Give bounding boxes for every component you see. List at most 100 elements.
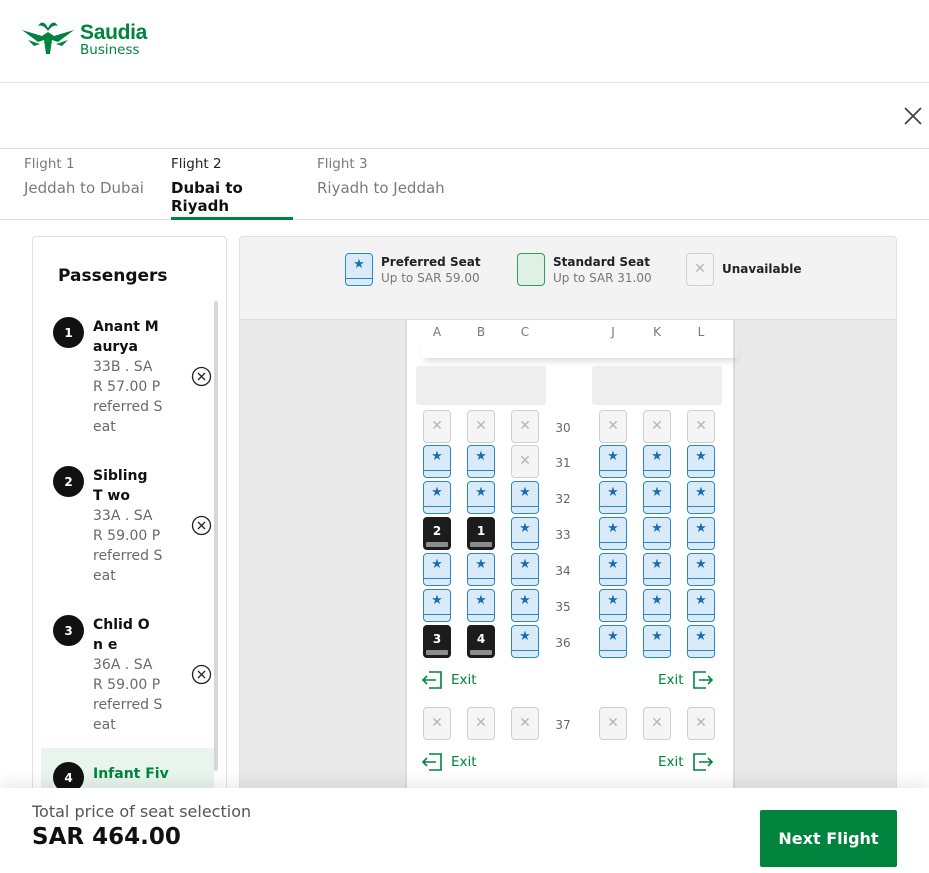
- tab-label: Flight 2: [171, 156, 222, 172]
- seat-preferred[interactable]: ★: [511, 625, 539, 658]
- seat-preferred[interactable]: ★: [643, 481, 671, 514]
- column-header: A: [432, 325, 442, 339]
- seat-preferred[interactable]: ★: [599, 625, 627, 658]
- cabin: A B C J K L 30 ✕ ✕ ✕ ✕ ✕ ✕ 31 ★ ★ ✕ ★ ★ ★ 32 ★ ★ ★ ★ ★ ★ 33 2 1 ★ ★ ★ ★ 34…: [405, 320, 735, 795]
- seat-preferred[interactable]: ★: [511, 481, 539, 514]
- column-header: L: [697, 325, 705, 339]
- passenger-item[interactable]: 3 Chlid On e 36A . SA R 59.00 Preferred …: [41, 615, 214, 745]
- seat-preferred[interactable]: ★: [511, 553, 539, 586]
- tab-flight-2[interactable]: Flight 2 Dubai to Riyadh: [171, 149, 293, 220]
- star-icon: ★: [607, 449, 619, 464]
- seat-preferred[interactable]: ★: [599, 517, 627, 550]
- tab-label: Flight 1: [24, 156, 75, 172]
- passenger-number: 1: [53, 317, 84, 348]
- seat-unavailable: ✕: [511, 445, 539, 478]
- legend-title: Standard Seat: [553, 255, 651, 269]
- seat-preferred[interactable]: ★: [467, 553, 495, 586]
- seat-unavailable: ✕: [643, 707, 671, 740]
- seat-preferred[interactable]: ★: [599, 589, 627, 622]
- seat-selected[interactable]: 2: [423, 517, 451, 550]
- seat-passenger-number: 2: [432, 524, 442, 538]
- star-icon: ★: [607, 485, 619, 500]
- legend-title: Unavailable: [722, 262, 802, 276]
- seat-preferred[interactable]: ★: [643, 625, 671, 658]
- star-icon: ★: [651, 449, 663, 464]
- star-icon: ★: [475, 593, 487, 608]
- remove-seat-icon[interactable]: [191, 664, 212, 685]
- star-icon: ★: [651, 629, 663, 644]
- passenger-name: Infant Fiv: [93, 766, 169, 782]
- tab-flight-1[interactable]: Flight 1 Jeddah to Dubai: [24, 149, 154, 220]
- exit-left: Exit: [421, 670, 477, 690]
- flight-tabs: Flight 1 Jeddah to Dubai Flight 2 Dubai …: [0, 148, 929, 220]
- seat-preferred[interactable]: ★: [687, 481, 715, 514]
- star-icon: ★: [695, 485, 707, 500]
- brand-sub: Business: [80, 42, 140, 58]
- next-flight-button[interactable]: Next Flight: [760, 810, 897, 867]
- legend-price: Up to SAR 31.00: [553, 271, 652, 285]
- passenger-item[interactable]: 1 Anant M aurya 33B . SA R 57.00 Preferr…: [41, 317, 214, 447]
- seat-preferred[interactable]: ★: [467, 481, 495, 514]
- seat-selected[interactable]: 3: [423, 625, 451, 658]
- seat-preferred[interactable]: ★: [511, 517, 539, 550]
- close-icon[interactable]: [900, 103, 926, 129]
- seat-preferred[interactable]: ★: [643, 553, 671, 586]
- seat-preferred[interactable]: ★: [643, 517, 671, 550]
- star-icon: ★: [607, 593, 619, 608]
- seat-preferred[interactable]: ★: [599, 481, 627, 514]
- seat-preferred[interactable]: ★: [423, 481, 451, 514]
- seat-preferred[interactable]: ★: [687, 517, 715, 550]
- star-icon: ★: [519, 521, 531, 536]
- seat-unavailable: ✕: [687, 410, 715, 443]
- total-price-label: Total price of seat selection: [32, 802, 252, 821]
- seat-preferred[interactable]: ★: [643, 445, 671, 478]
- star-icon: ★: [431, 485, 443, 500]
- seat-preferred[interactable]: ★: [599, 553, 627, 586]
- seat-preferred[interactable]: ★: [423, 445, 451, 478]
- seat-preferred[interactable]: ★: [687, 553, 715, 586]
- star-icon: ★: [695, 521, 707, 536]
- legend-title: Preferred Seat: [381, 255, 481, 269]
- column-header: C: [520, 325, 530, 339]
- remove-seat-icon[interactable]: [191, 366, 212, 387]
- saudia-logo-icon: [22, 22, 74, 54]
- exit-label: Exit: [658, 672, 684, 688]
- star-icon: ★: [695, 629, 707, 644]
- seat-preferred[interactable]: ★: [423, 589, 451, 622]
- passenger-item[interactable]: 2 Sibling T wo 33A . SA R 59.00 Preferre…: [41, 466, 214, 596]
- row-number: 31: [555, 456, 571, 470]
- standard-seat-icon: [517, 253, 545, 286]
- scrollbar[interactable]: [214, 301, 218, 771]
- column-header: K: [653, 325, 661, 339]
- seat-preferred[interactable]: ★: [687, 589, 715, 622]
- seat-preferred[interactable]: ★: [687, 445, 715, 478]
- star-icon: ★: [431, 449, 443, 464]
- passenger-number: 2: [53, 466, 84, 497]
- star-icon: ★: [475, 485, 487, 500]
- star-icon: ★: [651, 521, 663, 536]
- seat-selected[interactable]: 4: [467, 625, 495, 658]
- star-icon: ★: [651, 557, 663, 572]
- seat-unavailable: ✕: [511, 707, 539, 740]
- seat-preferred[interactable]: ★: [467, 445, 495, 478]
- star-icon: ★: [607, 629, 619, 644]
- star-icon: ★: [475, 557, 487, 572]
- star-icon: ★: [519, 629, 531, 644]
- star-icon: ★: [651, 593, 663, 608]
- row-number: 30: [555, 421, 571, 435]
- seat-preferred[interactable]: ★: [687, 625, 715, 658]
- seat-preferred[interactable]: ★: [599, 445, 627, 478]
- galley-left: [416, 366, 546, 405]
- tab-flight-3[interactable]: Flight 3 Riyadh to Jeddah: [317, 149, 457, 220]
- preferred-seat-icon: ★: [345, 253, 373, 286]
- seat-selected[interactable]: 1: [467, 517, 495, 550]
- star-icon: ★: [607, 557, 619, 572]
- star-icon: ★: [607, 521, 619, 536]
- seat-preferred[interactable]: ★: [467, 589, 495, 622]
- remove-seat-icon[interactable]: [191, 515, 212, 536]
- seat-preferred[interactable]: ★: [511, 589, 539, 622]
- seat-preferred[interactable]: ★: [423, 553, 451, 586]
- seat-preferred[interactable]: ★: [643, 589, 671, 622]
- seat-unavailable: ✕: [467, 707, 495, 740]
- star-icon: ★: [431, 593, 443, 608]
